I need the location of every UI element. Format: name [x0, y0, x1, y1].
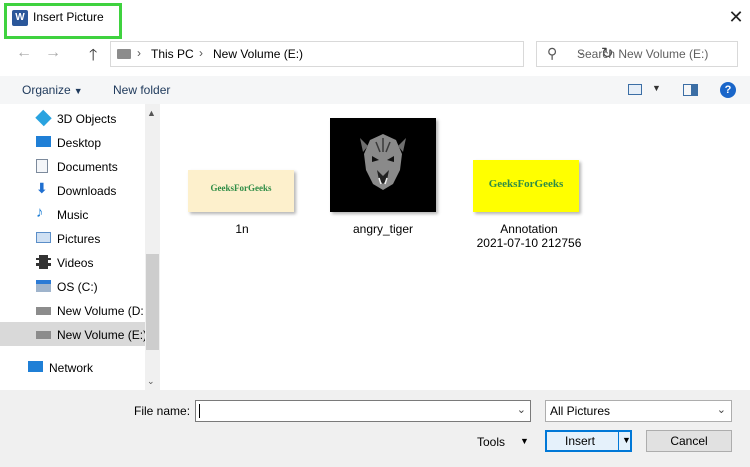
organize-label: Organize: [22, 83, 71, 97]
sidebar-item-label: Videos: [57, 256, 94, 270]
file-list: GeeksForGeeks 1n angry_tiger GeeksForGee…: [160, 104, 750, 390]
file-name-label: File name:: [134, 404, 191, 418]
drive-icon: [36, 280, 51, 292]
videos-icon: [36, 255, 51, 269]
title-bar: W Insert Picture ✕: [0, 0, 750, 39]
search-placeholder: Search New Volume (E:): [577, 47, 709, 61]
sidebar-item-label: 3D Objects: [57, 112, 117, 126]
tools-button[interactable]: Tools: [477, 435, 505, 449]
file-name-line1: Annotation: [500, 222, 558, 236]
network-icon: [28, 361, 43, 372]
breadcrumb-new-volume-e[interactable]: New Volume (E:): [213, 47, 303, 61]
file-name-line2: 2021-07-10 212756: [476, 236, 582, 250]
sidebar-item-music[interactable]: ♪ Music: [0, 202, 145, 226]
sidebar-item-network[interactable]: Network: [0, 355, 145, 379]
file-type-select[interactable]: All Pictures ⌄: [545, 400, 732, 422]
split-divider: [618, 430, 619, 452]
scroll-thumb[interactable]: [146, 254, 159, 350]
sidebar-item-pictures[interactable]: Pictures: [0, 226, 145, 250]
tiger-face-icon: [360, 134, 406, 190]
sidebar-item-label: New Volume (E:): [57, 328, 148, 342]
sidebar-item-documents[interactable]: Documents: [0, 154, 145, 178]
cube-icon: [35, 109, 52, 127]
breadcrumb-separator[interactable]: ›: [137, 46, 141, 60]
breadcrumb-this-pc[interactable]: This PC: [151, 47, 194, 61]
sidebar-item-new-volume-d[interactable]: New Volume (D:: [0, 298, 145, 322]
forward-arrow-icon[interactable]: →: [45, 44, 61, 62]
sidebar-item-label: OS (C:): [57, 280, 98, 294]
change-view-icon[interactable]: [628, 84, 642, 95]
chevron-down-icon[interactable]: ⌄: [517, 403, 526, 416]
drive-icon: [36, 331, 51, 339]
documents-icon: [36, 159, 48, 173]
chevron-down-icon[interactable]: ▼: [622, 435, 631, 445]
close-button[interactable]: ✕: [724, 6, 748, 28]
file-type-value: All Pictures: [550, 404, 611, 418]
file-thumbnail: GeeksForGeeks: [188, 170, 294, 212]
text-cursor: [199, 404, 200, 418]
sidebar-item-3d-objects[interactable]: 3D Objects: [0, 106, 145, 130]
thumbnail-text: GeeksForGeeks: [210, 183, 272, 193]
download-icon: ⬇: [36, 180, 48, 196]
chevron-down-icon[interactable]: ▼: [520, 436, 529, 446]
address-bar[interactable]: › This PC › New Volume (E:) ⌄ ↻: [110, 41, 614, 67]
command-toolbar: Organize ▼ New folder ▼ ?: [0, 76, 750, 104]
file-name-input[interactable]: ⌄: [195, 400, 531, 422]
drive-icon: [117, 49, 131, 59]
desktop-icon: [36, 136, 51, 147]
sidebar-item-label: Documents: [57, 160, 118, 174]
sidebar-item-os-c[interactable]: OS (C:): [0, 274, 145, 298]
sidebar-item-new-volume-e[interactable]: New Volume (E:): [0, 322, 148, 346]
insert-button[interactable]: Insert ▼: [545, 430, 632, 452]
sidebar-item-label: Downloads: [57, 184, 117, 198]
thumbnail-text: GeeksForGeeks: [488, 178, 564, 190]
dialog-footer: File name: ⌄ All Pictures ⌄ Tools ▼ Inse…: [0, 390, 750, 467]
navigation-pane: 3D Objects Desktop Documents ⬇ Downloads…: [0, 104, 160, 390]
drive-icon: [36, 307, 51, 315]
breadcrumb-separator[interactable]: ›: [199, 46, 203, 60]
window-title: Insert Picture: [33, 10, 104, 24]
sidebar-item-label: Network: [49, 361, 94, 375]
file-thumbnail: GeeksForGeeks: [473, 160, 579, 212]
back-arrow-icon[interactable]: ←: [16, 44, 32, 62]
insert-label: Insert: [565, 434, 596, 448]
sidebar-item-label: New Volume (D:: [57, 304, 144, 318]
file-thumbnail: [330, 118, 436, 212]
sidebar-item-desktop[interactable]: Desktop: [0, 130, 145, 154]
sidebar-item-videos[interactable]: Videos: [0, 250, 145, 274]
chevron-down-icon[interactable]: ▼: [652, 83, 661, 93]
search-input[interactable]: ⚲ Search New Volume (E:): [536, 41, 738, 67]
chevron-down-icon: ⌄: [716, 404, 726, 416]
sidebar-item-label: Music: [57, 208, 89, 222]
help-icon[interactable]: ?: [720, 82, 736, 98]
sidebar-item-label: Pictures: [57, 232, 101, 246]
search-icon: ⚲: [547, 45, 558, 61]
scroll-down-icon[interactable]: ⌄: [147, 376, 155, 387]
word-app-icon: W: [12, 10, 28, 26]
new-folder-button[interactable]: New folder: [113, 83, 170, 97]
sidebar-item-label: Desktop: [57, 136, 102, 150]
sidebar-scrollbar[interactable]: ▲ ⌄: [145, 104, 160, 390]
pictures-icon: [36, 232, 51, 243]
music-icon: ♪: [36, 204, 44, 221]
file-name: angry_tiger: [352, 222, 414, 236]
up-arrow-icon[interactable]: 🡑: [89, 44, 97, 71]
scroll-up-icon[interactable]: ▲: [147, 108, 156, 118]
preview-pane-icon[interactable]: [683, 84, 698, 96]
organize-button[interactable]: Organize ▼: [22, 83, 83, 97]
file-name: 1n: [235, 222, 249, 236]
cancel-button[interactable]: Cancel: [646, 430, 732, 452]
sidebar-item-downloads[interactable]: ⬇ Downloads: [0, 178, 145, 202]
address-row: ← → 🡑 › This PC › New Volume (E:) ⌄ ↻ ⚲ …: [0, 38, 750, 70]
chevron-down-icon: ▼: [73, 86, 83, 96]
